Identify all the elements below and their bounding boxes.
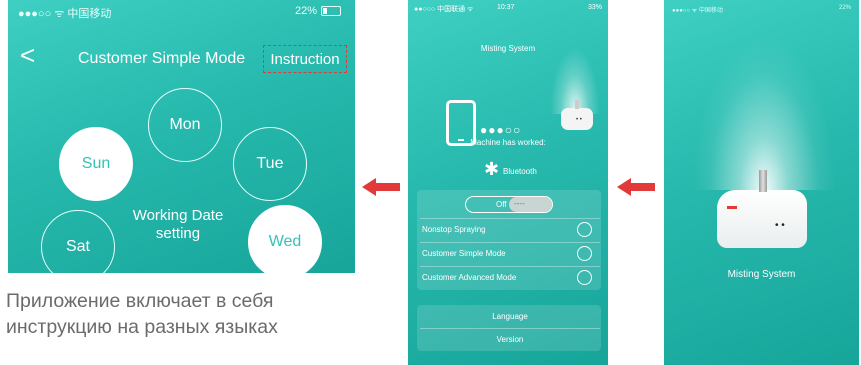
back-chevron-icon[interactable]: <: [20, 42, 35, 68]
battery-indicator: 22%: [295, 5, 341, 17]
status-bar: ●●○○○ 中国联通 ᯤ 10:37 33%: [408, 0, 608, 16]
caption-line1: Приложение включает в себя: [6, 290, 274, 312]
instruction-button[interactable]: Instruction: [263, 45, 347, 73]
left-screen: ●●●○○ ᯤ 中国移动 22% < Customer Simple Mode …: [8, 0, 355, 273]
mode-label: Customer Simple Mode: [422, 249, 506, 258]
version-button[interactable]: Version: [420, 330, 600, 350]
splash-title: Misting System: [727, 269, 796, 280]
day-mon-button[interactable]: Mon: [148, 88, 222, 162]
mode-customer-simple[interactable]: Customer Simple Mode: [420, 244, 600, 265]
battery-percent: 22%: [838, 5, 851, 11]
status-bar: ●●●○○ ᯤ 中国移动 22%: [664, 0, 859, 14]
radio-icon[interactable]: [577, 222, 592, 237]
carrier-text: ●●○○○ 中国联通 ᯤ: [414, 6, 474, 13]
machine-nozzle: [575, 100, 579, 109]
arrow-left-icon: [617, 178, 655, 196]
time-text: 10:37: [497, 4, 515, 11]
machine-image: • •: [561, 100, 593, 130]
machine-face: • •: [775, 220, 785, 231]
radio-icon[interactable]: [577, 246, 592, 261]
divider: [420, 242, 600, 243]
working-date-line2: setting: [155, 225, 201, 242]
machine-image: • •: [717, 170, 807, 248]
battery-percent: 22%: [294, 5, 317, 17]
toggle-knob-text: ----: [514, 199, 525, 208]
day-wed-button[interactable]: Wed: [248, 205, 322, 273]
machine-nozzle: [759, 170, 767, 192]
mist-graphic: [694, 40, 834, 190]
working-date-label: Working Date setting: [113, 207, 243, 243]
radio-icon[interactable]: [577, 270, 592, 285]
toggle-label: Off: [496, 200, 507, 209]
connection-dots: ●●●○○: [480, 123, 522, 137]
divider: [420, 218, 600, 219]
battery-icon: [321, 6, 341, 17]
mode-label: Customer Advanced Mode: [422, 273, 517, 282]
divider: [420, 266, 600, 267]
mode-nonstop-spraying[interactable]: Nonstop Spraying: [420, 220, 600, 241]
right-screen: ●●●○○ ᯤ 中国移动 22% • • Misting System: [664, 0, 859, 365]
bluetooth-icon[interactable]: ✱: [484, 160, 499, 178]
mode-label: Nonstop Spraying: [422, 225, 486, 234]
carrier-text: ●●●○○ ᯤ 中国移动: [672, 8, 723, 14]
power-toggle[interactable]: Off ----: [465, 196, 553, 213]
bluetooth-label[interactable]: Bluetooth: [503, 167, 537, 176]
mode-customer-advanced[interactable]: Customer Advanced Mode: [420, 268, 600, 289]
machine-worked-text: Machine has worked:: [470, 138, 546, 147]
caption-text: Приложение включает в себя инструкцию на…: [6, 288, 356, 340]
caption-line2: инструкцию на разных языках: [6, 316, 278, 338]
day-tue-button[interactable]: Tue: [233, 127, 307, 201]
middle-screen: ●●○○○ 中国联通 ᯤ 10:37 33% Misting System ●●…: [408, 0, 608, 365]
status-bar: ●●●○○ ᯤ 中国移动 22%: [8, 0, 355, 20]
day-sun-button[interactable]: Sun: [59, 127, 133, 201]
carrier-text: ●●●○○ ᯤ 中国移动: [18, 8, 112, 20]
toggle-knob[interactable]: ----: [509, 197, 552, 212]
machine-logo: [727, 206, 737, 209]
day-sat-button[interactable]: Sat: [41, 210, 115, 273]
divider: [420, 328, 600, 329]
machine-face: • •: [576, 117, 582, 123]
battery-percent: 33%: [587, 4, 602, 11]
language-button[interactable]: Language: [420, 307, 600, 327]
arrow-left-icon: [362, 178, 400, 196]
page-title: Customer Simple Mode: [78, 50, 246, 67]
working-date-line1: Working Date: [132, 207, 224, 224]
